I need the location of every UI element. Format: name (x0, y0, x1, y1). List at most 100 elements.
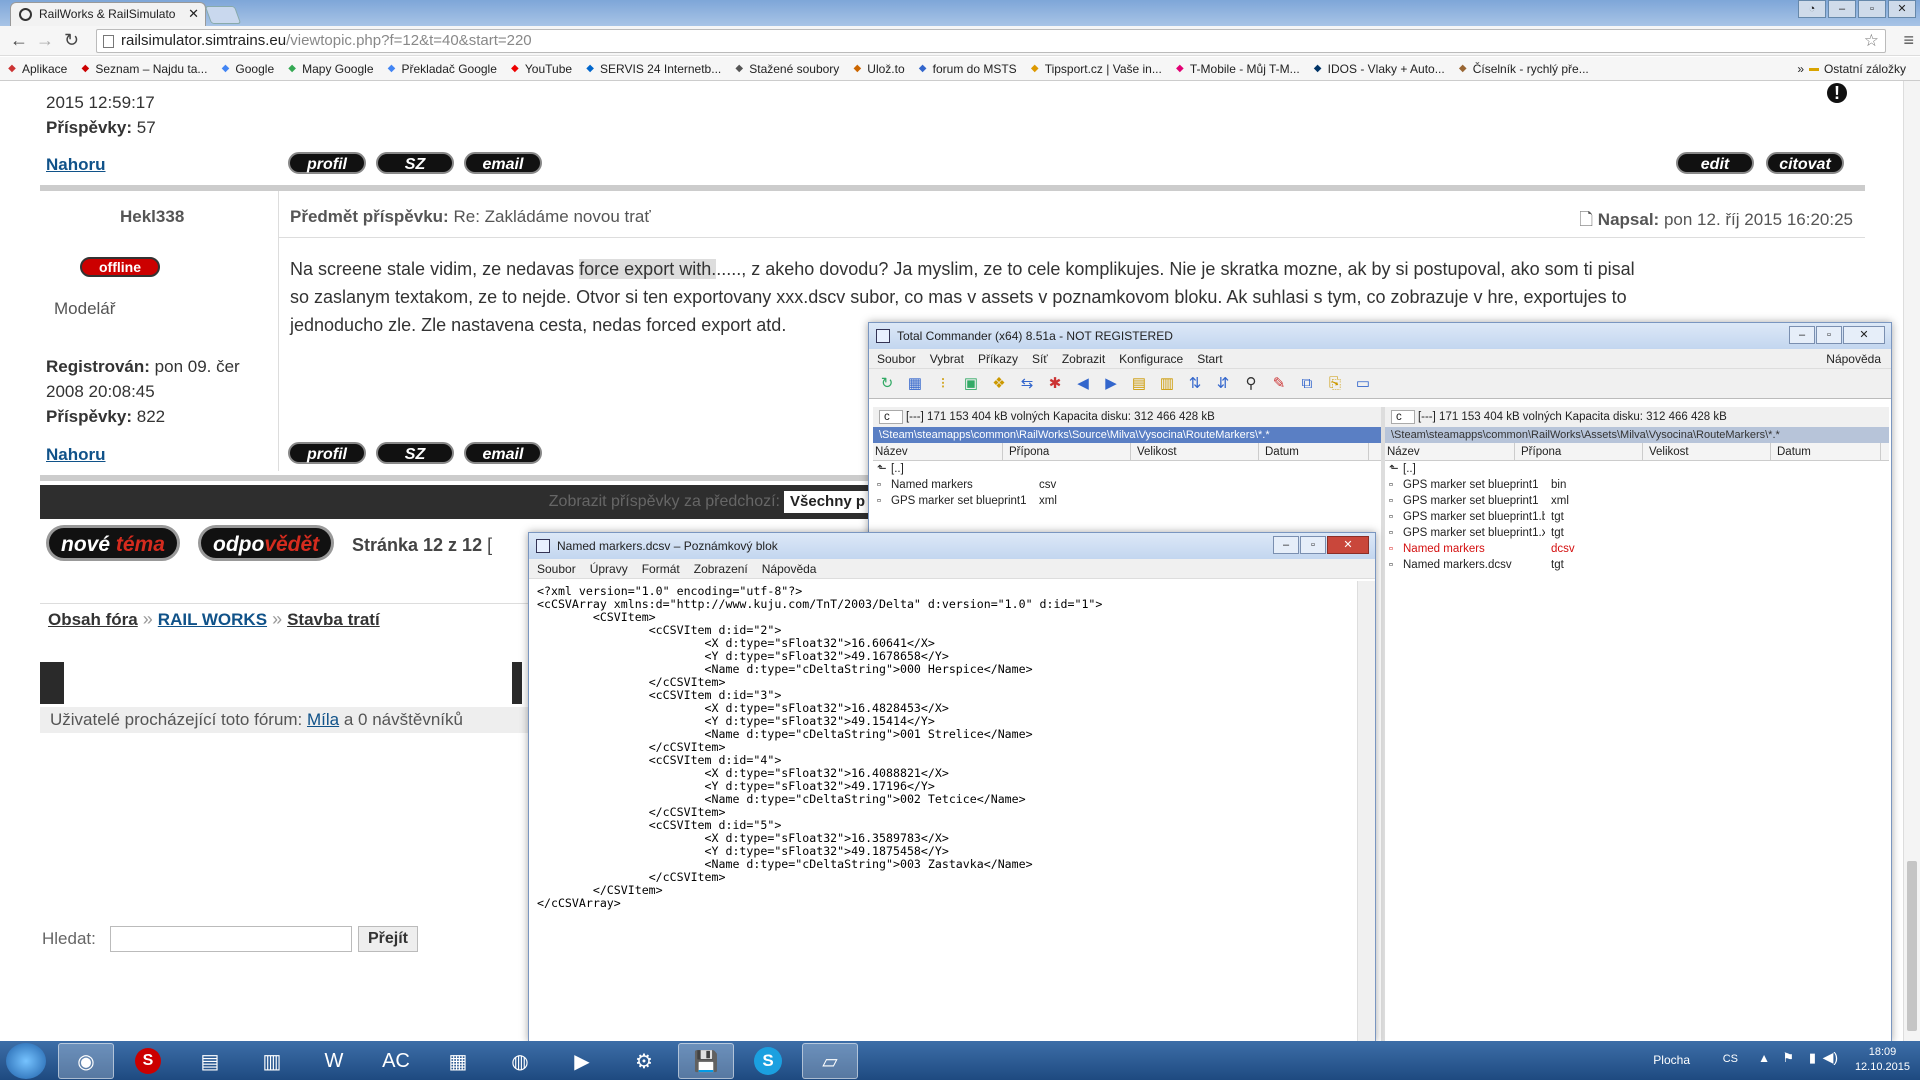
tc-column-header[interactable]: Přípona (1515, 443, 1643, 460)
bookmark-item[interactable]: ◆ Ulož.to (845, 57, 910, 80)
ac-taskbar-icon[interactable]: AC (368, 1043, 424, 1079)
maximize-icon[interactable]: ▫ (1858, 0, 1886, 18)
tc-titlebar[interactable]: Total Commander (x64) 8.51a - NOT REGIST… (869, 323, 1891, 349)
rail-taskbar-icon[interactable]: ▦ (430, 1043, 486, 1079)
tc-column-header[interactable]: Velikost (1643, 443, 1771, 460)
tc-file-row[interactable]: ▫ GPS marker set blueprint1 xml (1385, 493, 1889, 509)
bookmark-item[interactable]: ◆ Seznam – Najdu ta... (73, 57, 213, 80)
tc-file-row[interactable]: ▫ GPS marker set blueprint1 xml (873, 493, 1381, 509)
bookmark-star-icon[interactable]: ☆ (1864, 30, 1879, 52)
copy-names-icon[interactable]: ⎘ (1323, 373, 1347, 395)
tc-file-row[interactable]: ⬑ [..] (1385, 461, 1889, 477)
tc-panel-splitter[interactable] (1381, 407, 1385, 1043)
bookmark-item[interactable]: ◆ IDOS - Vlaky + Auto... (1306, 57, 1451, 80)
notepad-taskbar-icon[interactable]: ▱ (802, 1043, 858, 1079)
online-user-link[interactable]: Míla (307, 710, 339, 729)
tc-column-header[interactable]: Název (1385, 443, 1515, 460)
edit-button[interactable]: edit (1676, 152, 1754, 174)
reply-button[interactable]: odpovědět (198, 525, 335, 561)
tc-column-header[interactable]: Velikost (1131, 443, 1259, 460)
notepad-menu-item[interactable]: Soubor (537, 559, 576, 578)
forward-icon[interactable]: ▶ (1099, 373, 1123, 395)
forward-arrow-icon[interactable]: → (36, 30, 54, 51)
skype-taskbar-icon[interactable]: S (740, 1043, 796, 1079)
bookmark-item[interactable]: ◆ Google (213, 57, 280, 80)
volume-icon[interactable]: ◀) (1823, 1049, 1838, 1066)
drive-select[interactable]: c (879, 410, 903, 424)
quote-button[interactable]: citovat (1766, 152, 1844, 174)
tc-menu-item[interactable]: Příkazy (978, 349, 1018, 368)
drive-select[interactable]: c (1391, 410, 1415, 424)
scroll-thumb[interactable] (1907, 861, 1917, 1031)
bookmark-item[interactable]: ◆ SERVIS 24 Internetb... (578, 57, 727, 80)
flag-icon[interactable]: ⚑ (1782, 1050, 1794, 1066)
chrome-taskbar-icon[interactable]: ◉ (58, 1043, 114, 1079)
refresh-icon[interactable]: ↻ (875, 373, 899, 395)
tc-menu-item[interactable]: Vybrat (930, 349, 964, 368)
desktop-toolbar-label[interactable]: Plocha (1653, 1053, 1690, 1067)
ftp-new-icon[interactable]: ⇵ (1211, 373, 1235, 395)
search-icon[interactable]: ⚲ (1239, 373, 1263, 395)
tc-menu-item[interactable]: Soubor (877, 349, 916, 368)
tc-file-row[interactable]: ▫ Named markers dcsv (1385, 541, 1889, 557)
profile-button[interactable]: profil (288, 442, 366, 464)
tray-expand-icon[interactable]: ▲ (1758, 1051, 1770, 1065)
bookmark-item[interactable]: ◆ Překladač Google (380, 57, 503, 80)
tc-column-header[interactable]: Přípona (1003, 443, 1131, 460)
tc-column-header[interactable]: Datum (1259, 443, 1369, 460)
show-posts-select[interactable]: Všechny p (784, 491, 870, 513)
tc-menu-item[interactable]: Start (1197, 349, 1222, 368)
folder-taskbar-icon[interactable]: ▥ (244, 1043, 300, 1079)
start-button[interactable] (6, 1043, 46, 1079)
bookmark-item[interactable]: ◆ YouTube (503, 57, 578, 80)
tc-left-path[interactable]: \Steam\steamapps\common\RailWorks\Source… (873, 427, 1381, 443)
profile-button[interactable]: profil (288, 152, 366, 174)
invert-selection-icon[interactable]: ✱ (1043, 373, 1067, 395)
breadcrumb-track-building[interactable]: Stavba tratí (287, 610, 380, 629)
reload-icon[interactable]: ↻ (64, 30, 79, 51)
close-icon[interactable]: ✕ (1843, 326, 1885, 344)
brief-view-icon[interactable]: ▦ (903, 373, 927, 395)
tc-right-panel[interactable]: c [---] 171 153 404 kB volných Kapacita … (1385, 407, 1889, 927)
minimize-icon[interactable]: – (1273, 536, 1299, 554)
maximize-icon[interactable]: ▫ (1816, 326, 1842, 344)
tab-close-icon[interactable]: ✕ (188, 3, 199, 25)
unpack-icon[interactable]: ▥ (1155, 373, 1179, 395)
tc-file-row[interactable]: ▫ GPS marker set blueprint1.xml tgt (1385, 525, 1889, 541)
tc-menu-item[interactable]: Konfigurace (1119, 349, 1183, 368)
minimize-icon[interactable]: – (1789, 326, 1815, 344)
email-button[interactable]: email (464, 152, 542, 174)
tc-file-row[interactable]: ▫ Named markers csv (873, 477, 1381, 493)
search-button[interactable]: Přejít (358, 926, 418, 952)
tc-menu-item[interactable]: Síť (1032, 349, 1048, 368)
media-player-taskbar-icon[interactable]: ▶ (554, 1043, 610, 1079)
details-view-icon[interactable]: ⁝ (931, 373, 955, 395)
browser-tab[interactable]: RailWorks & RailSimulato ✕ (10, 2, 206, 26)
top-link[interactable]: Nahoru (46, 155, 106, 175)
tc-file-row[interactable]: ▫ GPS marker set blueprint1 bin (1385, 477, 1889, 493)
pm-button[interactable]: SZ (376, 442, 454, 464)
chrome-menu-icon[interactable]: ≡ (1903, 30, 1914, 51)
bookmark-item[interactable]: ◆ Číselník - rychlý pře... (1451, 57, 1595, 80)
explorer-taskbar-icon[interactable]: ▤ (182, 1043, 238, 1079)
bookmark-item[interactable]: ◆ Aplikace (0, 57, 73, 80)
bookmark-item[interactable]: ◆ forum do MSTS (911, 57, 1023, 80)
new-tab-button[interactable] (204, 6, 242, 24)
back-arrow-icon[interactable]: ← (10, 30, 28, 51)
thumbnail-icon[interactable]: ▣ (959, 373, 983, 395)
tc-column-header[interactable]: Datum (1771, 443, 1881, 460)
post-author[interactable]: Hekl338 (120, 207, 184, 227)
bookmark-item[interactable]: ◆ Stažené soubory (727, 57, 845, 80)
close-icon[interactable]: ✕ (1327, 536, 1369, 554)
clock[interactable]: 18:09 12.10.2015 (1855, 1045, 1910, 1075)
pack-icon[interactable]: ▤ (1127, 373, 1151, 395)
post-file-icon[interactable]: 🗋 (1579, 210, 1593, 229)
tc-help-menu[interactable]: Nápověda (1826, 349, 1881, 369)
tc-file-row[interactable]: ▫ GPS marker set blueprint1.bin tgt (1385, 509, 1889, 525)
total-commander-taskbar-icon[interactable]: 💾 (678, 1043, 734, 1079)
tc-menu-item[interactable]: Zobrazit (1062, 349, 1105, 368)
notepad-menu-item[interactable]: Formát (642, 559, 680, 578)
search-input[interactable] (110, 926, 352, 952)
other-bookmarks[interactable]: ▬ Ostatní záložky (1802, 57, 1912, 81)
app-taskbar-icon[interactable]: ◍ (492, 1043, 548, 1079)
